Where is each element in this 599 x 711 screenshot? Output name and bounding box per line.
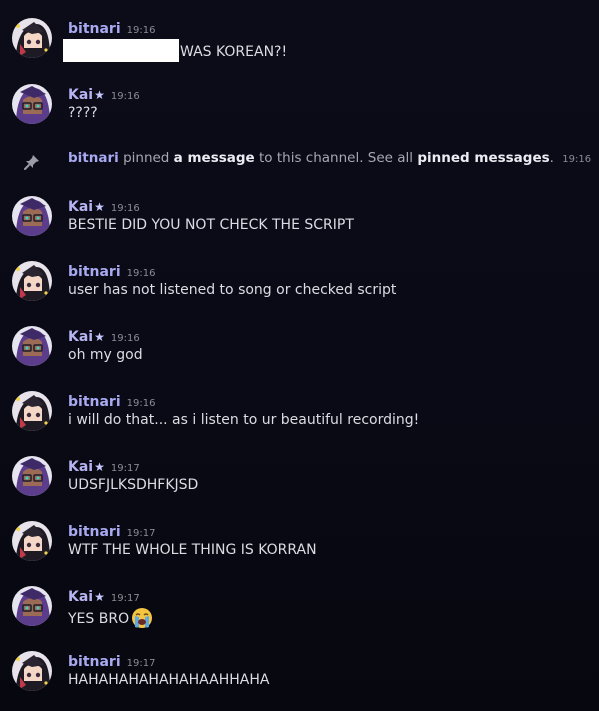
- timestamp: 19:16: [126, 268, 156, 279]
- username[interactable]: Kai: [68, 199, 93, 215]
- message-item: bitnari 19:16 i will do that... as i list…: [0, 391, 599, 451]
- message-text: ????: [68, 105, 98, 121]
- star-badge-icon: ★: [94, 330, 105, 344]
- star-badge-icon: ★: [94, 460, 105, 474]
- message-item: Kai★ 19:17 YES BRO: [0, 586, 599, 646]
- message-item: bitnari 19:16 user has not listened to so…: [0, 261, 599, 321]
- message-text: WTF THE WHOLE THING IS KORRAN: [68, 542, 317, 558]
- message-text: HAHAHAHAHAHAHAAHHAHA: [68, 672, 270, 688]
- system-username[interactable]: bitnari: [68, 150, 119, 166]
- message-item: Kai★ 19:16 oh my god: [0, 326, 599, 386]
- timestamp: 19:16: [110, 203, 140, 214]
- message-text: user has not listened to song or checked…: [68, 282, 397, 298]
- avatar[interactable]: [12, 18, 52, 58]
- message-text: BESTIE DID YOU NOT CHECK THE SCRIPT: [68, 217, 354, 233]
- avatar[interactable]: [12, 261, 52, 301]
- system-text-middle: to this channel. See all: [259, 150, 414, 166]
- avatar[interactable]: [12, 456, 52, 496]
- avatar[interactable]: [12, 586, 52, 626]
- pinned-message-link[interactable]: a message: [174, 150, 255, 166]
- message-text: oh my god: [68, 347, 143, 363]
- username[interactable]: bitnari: [68, 394, 121, 410]
- timestamp: 19:17: [110, 593, 140, 604]
- username[interactable]: bitnari: [68, 264, 121, 280]
- avatar[interactable]: [12, 326, 52, 366]
- chat-message-list: bitnari 19:16 WAS KOREAN?! Kai★ 19:16 ????: [0, 0, 599, 711]
- avatar[interactable]: [12, 391, 52, 431]
- username[interactable]: Kai: [68, 459, 93, 475]
- message-text: WAS KOREAN?!: [63, 39, 287, 62]
- message-text: UDSFJLKSDHFKJSD: [68, 477, 199, 493]
- avatar[interactable]: [12, 651, 52, 691]
- star-badge-icon: ★: [94, 200, 105, 214]
- username[interactable]: bitnari: [68, 654, 121, 670]
- username[interactable]: Kai: [68, 329, 93, 345]
- username[interactable]: Kai: [68, 589, 93, 605]
- message-item: Kai★ 19:16 BESTIE DID YOU NOT CHECK THE S…: [0, 196, 599, 256]
- message-item: bitnari 19:17 HAHAHAHAHAHAHAAHHAHA: [0, 651, 599, 711]
- star-badge-icon: ★: [94, 88, 105, 102]
- timestamp: 19:16: [126, 398, 156, 409]
- timestamp: 19:16: [562, 154, 592, 165]
- timestamp: 19:16: [126, 25, 156, 36]
- system-text-end: .: [549, 150, 554, 166]
- username[interactable]: Kai: [68, 87, 93, 103]
- redacted-block: [63, 39, 179, 62]
- loudly-crying-face-emoji[interactable]: [131, 607, 153, 629]
- star-badge-icon: ★: [94, 590, 105, 604]
- message-text: YES BRO: [68, 607, 153, 629]
- avatar[interactable]: [12, 196, 52, 236]
- avatar[interactable]: [12, 521, 52, 561]
- message-item: bitnari 19:16 WAS KOREAN?!: [0, 18, 599, 78]
- timestamp: 19:17: [126, 528, 156, 539]
- username[interactable]: bitnari: [68, 524, 121, 540]
- timestamp: 19:17: [110, 463, 140, 474]
- timestamp: 19:17: [126, 658, 156, 669]
- message-item: Kai★ 19:17 UDSFJLKSDHFKJSD: [0, 456, 599, 516]
- avatar[interactable]: [12, 84, 52, 124]
- pinned-messages-link[interactable]: pinned messages: [417, 150, 549, 166]
- system-text-before: pinned: [123, 150, 170, 166]
- message-item: bitnari 19:17 WTF THE WHOLE THING IS KORR…: [0, 521, 599, 581]
- message-item: Kai★ 19:16 ????: [0, 84, 599, 144]
- pin-icon: [24, 155, 39, 170]
- message-text: i will do that... as i listen to ur beau…: [68, 412, 420, 428]
- system-pin-message: bitnari pinned a message to this channel…: [0, 150, 599, 170]
- timestamp: 19:16: [110, 333, 140, 344]
- username[interactable]: bitnari: [68, 21, 121, 37]
- timestamp: 19:16: [110, 91, 140, 102]
